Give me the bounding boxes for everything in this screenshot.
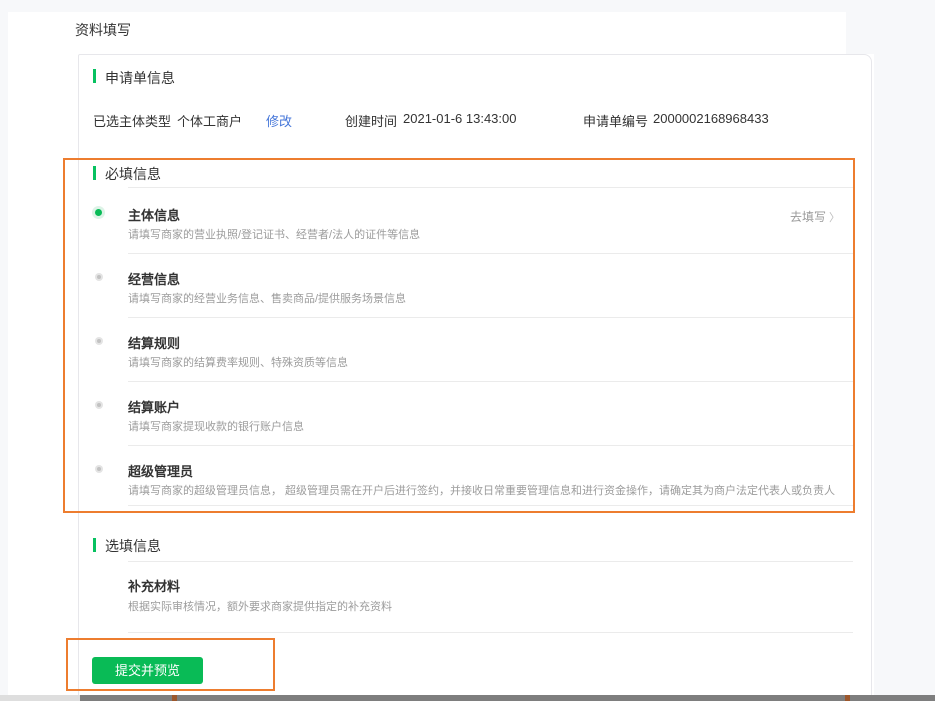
required-item-title: 经营信息 (128, 272, 181, 287)
required-item-super-admin[interactable]: 超级管理员 请填写商家的超级管理员信息， 超级管理员需在开户后进行签约，并接收日… (79, 461, 872, 511)
section-accent-bar (93, 538, 96, 552)
bottom-edge-bar (0, 695, 935, 701)
required-item-title: 超级管理员 (128, 464, 194, 479)
application-no-value: 2000002168968433 (653, 111, 769, 126)
divider (128, 505, 853, 506)
required-item-title: 主体信息 (128, 208, 181, 223)
optional-item-desc: 根据实际审核情况，额外要求商家提供指定的补充资料 (128, 601, 392, 613)
radio-unselected-icon (95, 273, 103, 281)
bottom-edge-bar-light (0, 695, 80, 701)
divider (128, 561, 853, 562)
panel-top-right-gap (846, 12, 874, 54)
application-no-label: 申请单编号 (583, 114, 649, 129)
radio-selected-icon (92, 206, 105, 219)
bottom-edge-tick (172, 695, 177, 701)
required-item-business-info[interactable]: 经营信息 请填写商家的经营业务信息、售卖商品/提供服务场景信息 (79, 269, 872, 319)
go-fill-link[interactable]: 去填写〉 (790, 208, 840, 225)
required-item-desc: 请填写商家提现收款的银行账户信息 (128, 421, 304, 433)
required-item-desc: 请填写商家的超级管理员信息， 超级管理员需在开户后进行签约，并接收日常重要管理信… (128, 485, 836, 497)
required-item-settlement-account[interactable]: 结算账户 请填写商家提现收款的银行账户信息 (79, 397, 872, 447)
required-item-desc: 请填写商家的结算费率规则、特殊资质等信息 (128, 357, 348, 369)
section-title-required-info: 必填信息 (105, 166, 161, 182)
divider (128, 253, 853, 254)
chevron-right-icon: 〉 (829, 212, 840, 224)
modify-link[interactable]: 修改 (266, 111, 292, 130)
required-item-desc: 请填写商家的经营业务信息、售卖商品/提供服务场景信息 (128, 293, 407, 305)
required-item-desc: 请填写商家的营业执照/登记证书、经营者/法人的证件等信息 (128, 229, 421, 241)
create-time-value: 2021-01-6 13:43:00 (403, 111, 517, 126)
section-accent-bar (93, 166, 96, 180)
section-title-application-info: 申请单信息 (105, 70, 175, 86)
divider (128, 317, 853, 318)
subject-type-label: 已选主体类型 (93, 114, 172, 129)
required-item-title: 结算账户 (128, 400, 181, 415)
divider (128, 632, 853, 633)
page-title: 资料填写 (75, 22, 131, 38)
divider (128, 445, 853, 446)
section-accent-bar (93, 69, 96, 83)
divider (128, 381, 853, 382)
required-item-settlement-rules[interactable]: 结算规则 请填写商家的结算费率规则、特殊资质等信息 (79, 333, 872, 383)
optional-item-title: 补充材料 (128, 579, 181, 594)
bottom-edge-tick (845, 695, 850, 701)
required-item-title: 结算规则 (128, 336, 181, 351)
create-time-label: 创建时间 (345, 114, 398, 129)
submit-preview-button[interactable]: 提交并预览 (92, 657, 203, 684)
section-title-optional-info: 选填信息 (105, 538, 161, 554)
subject-type-value: 个体工商户 (177, 114, 243, 129)
divider (128, 187, 853, 188)
radio-unselected-icon (95, 465, 103, 473)
radio-unselected-icon (95, 337, 103, 345)
required-item-subject-info[interactable]: 主体信息 请填写商家的营业执照/登记证书、经营者/法人的证件等信息 去填写〉 (79, 205, 872, 255)
radio-unselected-icon (95, 401, 103, 409)
